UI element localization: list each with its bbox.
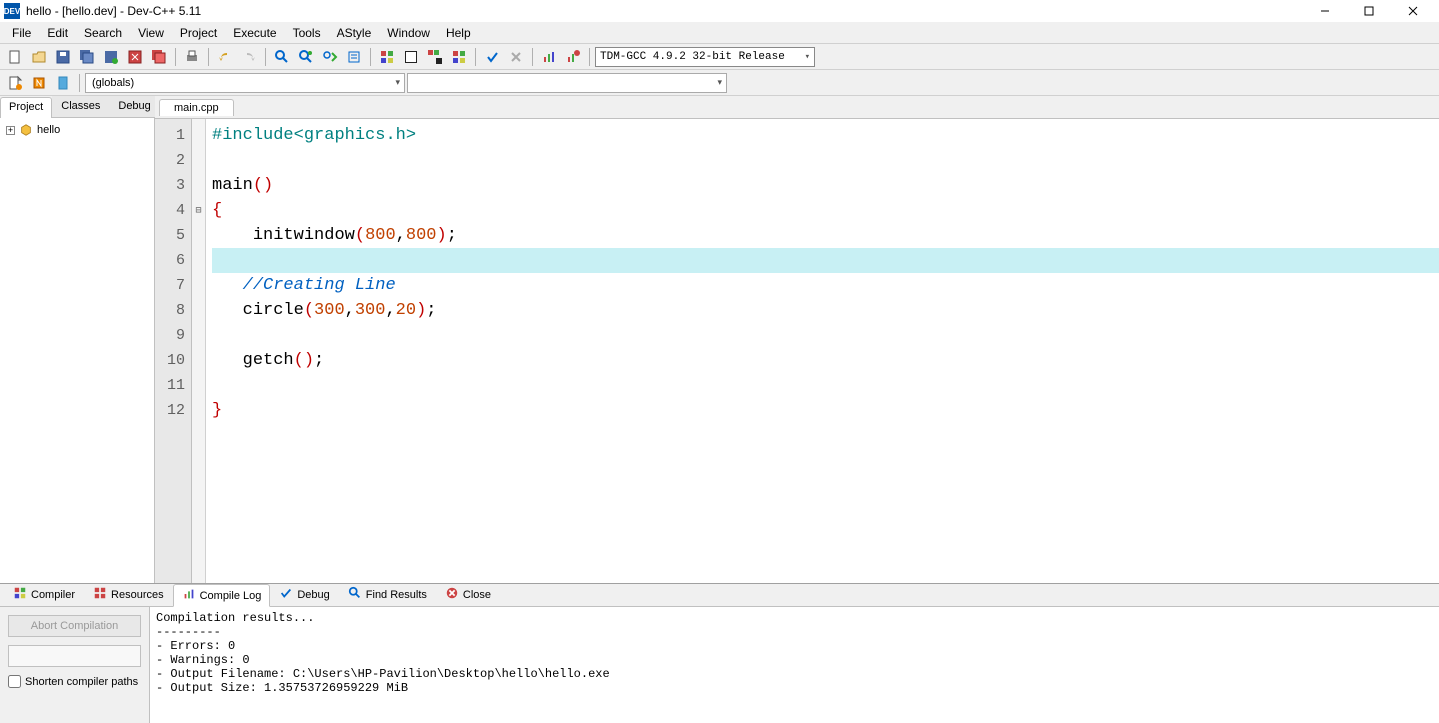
close-file-button[interactable]	[124, 46, 146, 68]
compile-controls: Abort Compilation Shorten compiler paths	[0, 607, 150, 723]
bottom-tab-debug[interactable]: Debug	[270, 583, 338, 606]
bookmark-button[interactable]	[52, 72, 74, 94]
close-button[interactable]	[1391, 0, 1435, 22]
window-title: hello - [hello.dev] - Dev-C++ 5.11	[26, 4, 1303, 18]
insert-button[interactable]	[28, 72, 50, 94]
fold-column: ⊟	[192, 119, 206, 583]
shorten-paths-checkbox[interactable]: Shorten compiler paths	[8, 675, 141, 688]
scope-combo[interactable]: (globals)	[85, 73, 405, 93]
menu-execute[interactable]: Execute	[225, 24, 284, 42]
goto-button[interactable]	[343, 46, 365, 68]
bottom-tab-compile-log[interactable]: Compile Log	[173, 584, 271, 607]
abort-compilation-button: Abort Compilation	[8, 615, 141, 637]
grid-icon	[13, 586, 27, 603]
bottom-tab-resources[interactable]: Resources	[84, 583, 173, 606]
print-button[interactable]	[181, 46, 203, 68]
bottom-panel: CompilerResourcesCompile LogDebugFind Re…	[0, 583, 1439, 723]
left-tab-debug[interactable]: Debug	[109, 96, 159, 117]
tree-root-item[interactable]: + hello	[4, 122, 150, 138]
check-icon	[279, 586, 293, 603]
compile-output[interactable]: Compilation results... --------- - Error…	[150, 607, 1439, 723]
bottom-tab-find-results[interactable]: Find Results	[339, 583, 436, 606]
titlebar: DEV hello - [hello.dev] - Dev-C++ 5.11	[0, 0, 1439, 22]
menu-project[interactable]: Project	[172, 24, 225, 42]
code-content[interactable]: #include<graphics.h> main() { initwindow…	[206, 119, 1439, 583]
menu-help[interactable]: Help	[438, 24, 479, 42]
compile-run-button[interactable]	[424, 46, 446, 68]
left-panel: ProjectClassesDebug + hello	[0, 96, 155, 583]
line-number-gutter: 123456789101112	[155, 119, 192, 583]
member-combo[interactable]	[407, 73, 727, 93]
menu-astyle[interactable]: AStyle	[329, 24, 380, 42]
bottom-tab-compiler[interactable]: Compiler	[4, 583, 84, 606]
toolbar-main: TDM-GCC 4.9.2 32-bit Release	[0, 44, 1439, 70]
menu-edit[interactable]: Edit	[39, 24, 76, 42]
save-as-button[interactable]	[100, 46, 122, 68]
open-button[interactable]	[28, 46, 50, 68]
project-tree[interactable]: + hello	[0, 118, 154, 583]
menubar: FileEditSearchViewProjectExecuteToolsASt…	[0, 22, 1439, 44]
left-panel-tabs: ProjectClassesDebug	[0, 96, 154, 118]
grid-red-icon	[93, 586, 107, 603]
project-icon	[19, 123, 33, 137]
toolbar-secondary: (globals)	[0, 70, 1439, 96]
rebuild-button[interactable]	[448, 46, 470, 68]
tree-root-label: hello	[37, 124, 60, 136]
delete-profile-button[interactable]	[562, 46, 584, 68]
find-button[interactable]	[271, 46, 293, 68]
new-file-button[interactable]	[4, 46, 26, 68]
close-all-button[interactable]	[148, 46, 170, 68]
save-button[interactable]	[52, 46, 74, 68]
menu-search[interactable]: Search	[76, 24, 130, 42]
bottom-tabs: CompilerResourcesCompile LogDebugFind Re…	[0, 584, 1439, 606]
compile-button[interactable]	[376, 46, 398, 68]
editor-area: main.cpp 123456789101112 ⊟ #include<grap…	[155, 96, 1439, 583]
find-next-button[interactable]	[319, 46, 341, 68]
bottom-tab-close[interactable]: Close	[436, 583, 500, 606]
left-tab-project[interactable]: Project	[0, 97, 52, 118]
close-icon	[445, 586, 459, 603]
redo-button[interactable]	[238, 46, 260, 68]
replace-button[interactable]	[295, 46, 317, 68]
file-tab-bar: main.cpp	[155, 96, 1439, 118]
stop-button[interactable]	[505, 46, 527, 68]
debug-button[interactable]	[481, 46, 503, 68]
maximize-button[interactable]	[1347, 0, 1391, 22]
left-tab-classes[interactable]: Classes	[52, 96, 109, 117]
profile-button[interactable]	[538, 46, 560, 68]
app-icon: DEV	[4, 3, 20, 19]
menu-file[interactable]: File	[4, 24, 39, 42]
save-all-button[interactable]	[76, 46, 98, 68]
file-tab[interactable]: main.cpp	[159, 99, 234, 116]
undo-button[interactable]	[214, 46, 236, 68]
run-button[interactable]	[400, 46, 422, 68]
expand-icon[interactable]: +	[6, 126, 15, 135]
compiler-profile-combo[interactable]: TDM-GCC 4.9.2 32-bit Release	[595, 47, 815, 67]
menu-window[interactable]: Window	[379, 24, 438, 42]
shorten-paths-label: Shorten compiler paths	[25, 676, 138, 688]
shorten-paths-input[interactable]	[8, 675, 21, 688]
code-editor[interactable]: 123456789101112 ⊟ #include<graphics.h> m…	[155, 118, 1439, 583]
menu-view[interactable]: View	[130, 24, 172, 42]
search-icon	[348, 586, 362, 603]
new-class-button[interactable]	[4, 72, 26, 94]
minimize-button[interactable]	[1303, 0, 1347, 22]
bars-icon	[182, 587, 196, 604]
menu-tools[interactable]: Tools	[285, 24, 329, 42]
compile-blank-button[interactable]	[8, 645, 141, 667]
